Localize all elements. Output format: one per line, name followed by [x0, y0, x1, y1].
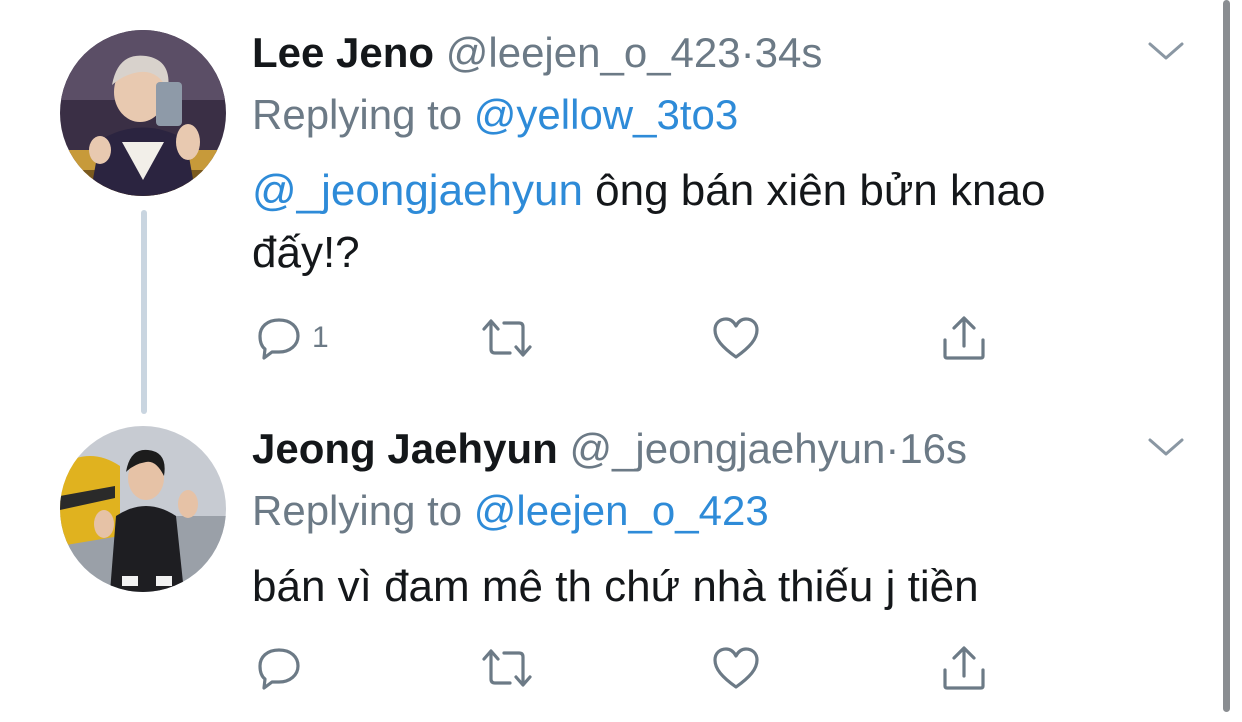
share-icon	[943, 646, 985, 690]
heart-icon	[713, 647, 759, 689]
retweet-button[interactable]	[480, 312, 534, 364]
share-button[interactable]	[940, 642, 988, 694]
text-body-line2: đấy!?	[252, 228, 360, 277]
text-body-line1: ông bán xiên bửn knao	[582, 166, 1046, 215]
avatar-image	[60, 426, 226, 592]
tweet-actions	[252, 642, 1012, 694]
tweet-text: @_jeongjaehyun ông bán xiên bửn knao đấy…	[252, 160, 1152, 284]
text-body: bán vì đam mê th chứ nhà thiếu j tiền	[252, 562, 979, 611]
reply-button[interactable]: 1	[256, 312, 329, 364]
separator-dot: ·	[740, 29, 755, 76]
replying-to-mention[interactable]: @leejen_o_423	[474, 487, 769, 534]
timestamp[interactable]: 34s	[755, 29, 823, 76]
reply-icon	[258, 318, 300, 360]
reply-button[interactable]	[256, 642, 312, 694]
user-handle[interactable]: @leejen_o_423	[446, 29, 741, 76]
retweet-icon	[482, 319, 532, 357]
chevron-down-icon[interactable]	[1146, 36, 1186, 66]
like-button[interactable]	[712, 642, 760, 694]
display-name[interactable]: Lee Jeno	[252, 29, 434, 76]
heart-icon	[713, 317, 759, 359]
tweet-jeong-jaehyun[interactable]: Jeong Jaehyun @_jeongjaehyun·16s Replyin…	[0, 424, 1220, 714]
timestamp[interactable]: 16s	[899, 425, 967, 472]
separator-dot: ·	[885, 425, 900, 472]
replying-to-line: Replying to @leejen_o_423	[252, 486, 769, 536]
tweet-text: bán vì đam mê th chứ nhà thiếu j tiền	[252, 556, 1152, 618]
replying-to-label: Replying to	[252, 487, 463, 534]
share-icon	[943, 316, 985, 360]
like-button[interactable]	[712, 312, 760, 364]
scrollbar[interactable]	[1223, 0, 1230, 712]
avatar[interactable]	[60, 30, 226, 196]
tweet-header: Jeong Jaehyun @_jeongjaehyun·16s	[252, 424, 967, 474]
display-name[interactable]: Jeong Jaehyun	[252, 425, 558, 472]
tweet-lee-jeno[interactable]: Lee Jeno @leejen_o_423·34s Replying to @…	[0, 28, 1220, 368]
tweet-actions: 1	[252, 312, 1012, 364]
avatar-image	[60, 30, 226, 196]
tweet-header: Lee Jeno @leejen_o_423·34s	[252, 28, 822, 78]
replying-to-label: Replying to	[252, 91, 463, 138]
retweet-icon	[482, 649, 532, 687]
retweet-button[interactable]	[480, 642, 534, 694]
avatar[interactable]	[60, 426, 226, 592]
reply-count: 1	[312, 321, 329, 354]
replying-to-mention[interactable]: @yellow_3to3	[474, 91, 738, 138]
text-mention[interactable]: @_jeongjaehyun	[252, 166, 583, 215]
replying-to-line: Replying to @yellow_3to3	[252, 90, 738, 140]
user-handle[interactable]: @_jeongjaehyun	[569, 425, 885, 472]
chevron-down-icon[interactable]	[1146, 432, 1186, 462]
share-button[interactable]	[940, 312, 988, 364]
reply-icon	[258, 648, 300, 690]
